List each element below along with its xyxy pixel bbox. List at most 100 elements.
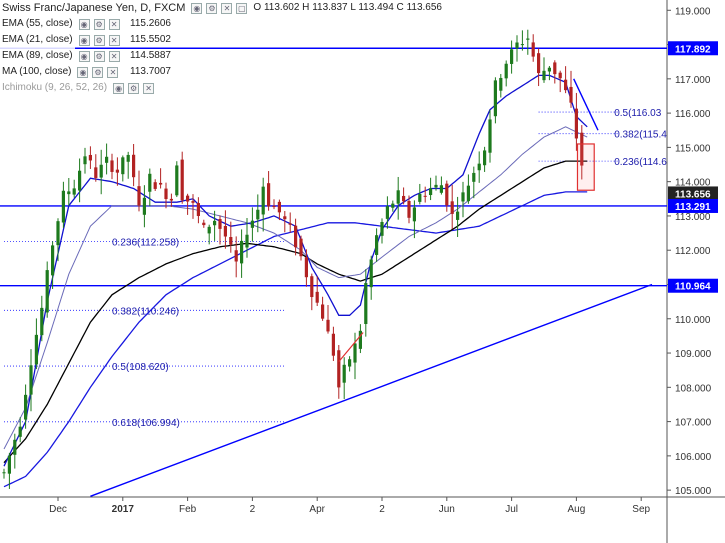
- candle-body: [477, 163, 481, 171]
- close-icon[interactable]: ✕: [107, 66, 119, 78]
- candle-body: [315, 291, 319, 303]
- candle-body: [412, 207, 416, 222]
- candle-body: [326, 319, 330, 332]
- candle-body: [164, 188, 168, 200]
- candle-body: [499, 77, 503, 91]
- x-tick-label: 2017: [112, 504, 135, 515]
- gear-icon[interactable]: ⚙: [92, 66, 104, 78]
- candle-body: [250, 220, 254, 228]
- legend-ema89[interactable]: EMA (89, close) ◉ ⚙ ✕ 114.5887: [0, 48, 442, 64]
- x-tick-label: 2: [250, 504, 256, 515]
- x-tick-label: Aug: [568, 504, 586, 515]
- y-tick-label: 113.000: [675, 212, 711, 223]
- candle-body: [56, 221, 60, 246]
- candle-body: [261, 186, 265, 215]
- candle-body: [526, 38, 530, 40]
- candle-body: [456, 211, 460, 220]
- candle-body: [234, 250, 238, 262]
- y-tick-label: 119.000: [675, 6, 711, 17]
- candle-body: [148, 173, 152, 192]
- legend-ema21[interactable]: EMA (21, close) ◉ ⚙ ✕ 115.5502: [0, 32, 442, 48]
- candle-body: [396, 190, 400, 204]
- candle-body: [272, 205, 276, 208]
- candle-body: [169, 198, 173, 201]
- candle-body: [423, 195, 427, 197]
- y-tick-label: 112.000: [675, 246, 711, 257]
- candle-body: [364, 283, 368, 325]
- price-label-text: 117.892: [675, 44, 711, 55]
- x-tick-label: Feb: [179, 504, 197, 515]
- candle-body: [466, 185, 470, 202]
- candle-body: [61, 190, 65, 223]
- candle-body: [337, 350, 341, 388]
- legend-ichimoku[interactable]: Ichimoku (9, 26, 52, 26) ◉ ⚙ ✕: [0, 80, 442, 96]
- candle-body: [67, 191, 71, 195]
- candle-body: [132, 154, 136, 178]
- candle-body: [342, 364, 346, 383]
- candle-body: [380, 221, 384, 236]
- candle-body: [488, 119, 492, 153]
- candle-body: [331, 333, 335, 356]
- gear-icon[interactable]: ⚙: [93, 18, 105, 30]
- candle-body: [510, 49, 514, 64]
- close-icon[interactable]: ✕: [108, 18, 120, 30]
- expand-icon[interactable]: ▢: [236, 2, 248, 14]
- eye-icon[interactable]: ◉: [78, 50, 90, 62]
- eye-icon[interactable]: ◉: [191, 2, 203, 14]
- fib-level-label: 0.5(108.620): [112, 362, 169, 373]
- close-icon[interactable]: ✕: [143, 82, 155, 94]
- gear-icon[interactable]: ⚙: [128, 82, 140, 94]
- candle-body: [504, 63, 508, 79]
- gear-icon[interactable]: ⚙: [93, 34, 105, 46]
- candle-body: [196, 203, 200, 216]
- candle-body: [353, 343, 357, 363]
- candle-body: [99, 164, 103, 178]
- candle-body: [34, 334, 38, 365]
- candle-body: [321, 304, 325, 319]
- price-label-text: 113.656: [675, 189, 711, 200]
- candle-body: [191, 201, 195, 203]
- candle-body: [547, 67, 551, 72]
- legend-title-row: Swiss Franc/Japanese Yen, D, FXCM ◉ ⚙ ✕ …: [0, 0, 442, 16]
- candle-body: [240, 240, 244, 264]
- gear-icon[interactable]: ⚙: [206, 2, 218, 14]
- candle-body: [385, 206, 389, 219]
- close-icon[interactable]: ✕: [221, 2, 233, 14]
- candle-body: [407, 200, 411, 218]
- candle-body: [175, 165, 179, 196]
- close-icon[interactable]: ✕: [108, 34, 120, 46]
- candle-body: [558, 72, 562, 79]
- candle-body: [186, 195, 190, 202]
- candle-body: [439, 185, 443, 193]
- legend-ma100[interactable]: MA (100, close) ◉ ⚙ ✕ 113.7007: [0, 64, 442, 80]
- gear-icon[interactable]: ⚙: [93, 50, 105, 62]
- candle-body: [7, 455, 11, 474]
- fib-level-label: 0.382(115.4: [614, 130, 667, 141]
- candle-body: [391, 203, 395, 208]
- eye-icon[interactable]: ◉: [78, 34, 90, 46]
- y-tick-label: 107.000: [675, 418, 712, 429]
- candle-body: [434, 184, 438, 188]
- candle-body: [24, 394, 28, 420]
- candle-body: [283, 216, 287, 220]
- eye-icon[interactable]: ◉: [78, 18, 90, 30]
- y-tick-label: 108.000: [675, 383, 712, 394]
- candle-body: [450, 201, 454, 214]
- close-icon[interactable]: ✕: [108, 50, 120, 62]
- eye-icon[interactable]: ◉: [113, 82, 125, 94]
- fib-level-label: 0.5(116.03: [614, 108, 662, 119]
- candle-body: [537, 53, 541, 74]
- candle-body: [288, 223, 292, 225]
- symbol-title[interactable]: Swiss Franc/Japanese Yen, D, FXCM: [0, 0, 188, 16]
- ohlc-readout: O 113.602 H 113.837 L 113.494 C 113.656: [253, 2, 442, 13]
- highlight-box: [576, 143, 595, 191]
- candle-body: [213, 220, 217, 226]
- candle-body: [483, 150, 487, 166]
- candle-body: [515, 42, 519, 49]
- candle-body: [375, 235, 379, 255]
- eye-icon[interactable]: ◉: [77, 66, 89, 78]
- candle-body: [121, 157, 125, 175]
- candle-body: [40, 307, 44, 336]
- legend-ema55[interactable]: EMA (55, close) ◉ ⚙ ✕ 115.2606: [0, 16, 442, 32]
- candle-body: [94, 167, 98, 178]
